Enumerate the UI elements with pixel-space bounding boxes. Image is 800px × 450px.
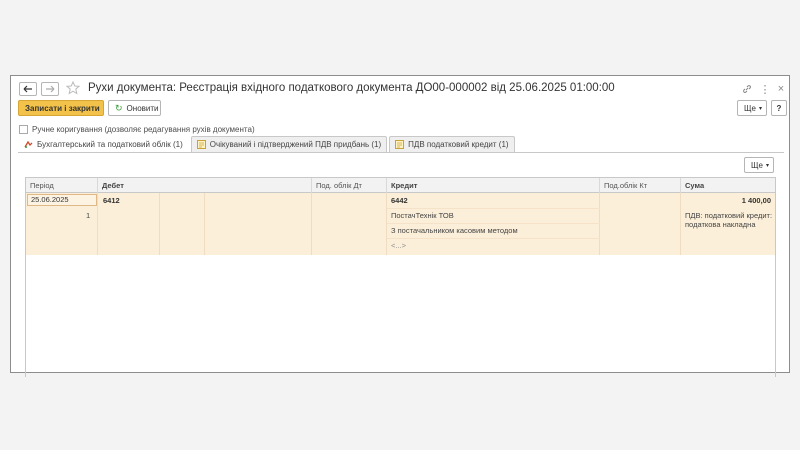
accounting-register-icon xyxy=(24,140,33,148)
tab-accounting-label: Бухгалтерський та податковий облік (1) xyxy=(37,140,183,149)
window-title: Рухи документа: Реєстрація вхідного пода… xyxy=(88,82,615,94)
tab-vat-credit[interactable]: ПДВ податковий кредит (1) xyxy=(389,136,515,152)
debit-account-cell[interactable]: 6412 xyxy=(103,196,120,205)
dropdown-arrow-icon: ▾ xyxy=(765,162,769,169)
document-movements-window: Рухи документа: Реєстрація вхідного пода… xyxy=(10,75,790,377)
arrow-left-icon xyxy=(23,85,32,93)
column-header-period[interactable]: Період xyxy=(26,178,98,193)
table-row[interactable]: 25.06.2025 1 6412 6442 ПостачТехнік ТОВ … xyxy=(26,193,775,255)
manual-edit-checkbox[interactable] xyxy=(19,124,28,134)
save-and-close-label: Записати і закрити xyxy=(25,103,100,113)
manual-edit-label[interactable]: Ручне коригування (дозволяє редагування … xyxy=(32,125,255,134)
table-header: Період Дебет Под. облік Дт Кредит Под.об… xyxy=(26,178,775,193)
credit-account-cell[interactable]: 6442 xyxy=(391,196,408,205)
panel-more-button[interactable]: Ще ▾ xyxy=(744,157,774,173)
dropdown-arrow-icon: ▾ xyxy=(758,105,762,112)
period-cell[interactable]: 25.06.2025 xyxy=(27,194,97,206)
amount-note-cell: ПДВ: податковий кредит: податкова наклад… xyxy=(685,211,773,229)
tab-expected-vat-label: Очікуваний і підтверджений ПДВ придбань … xyxy=(209,140,382,149)
credit-subconto-2-cell[interactable]: З постачальником касовим методом xyxy=(391,226,518,235)
panel-more-label: Ще xyxy=(751,160,763,170)
credit-subconto-3-cell[interactable]: <...> xyxy=(391,241,406,250)
manual-edit-row: Ручне коригування (дозволяє редагування … xyxy=(19,123,255,135)
register-icon xyxy=(395,140,405,149)
help-button[interactable]: ? xyxy=(771,100,787,116)
back-button[interactable] xyxy=(19,82,37,96)
column-header-amount[interactable]: Сума xyxy=(681,178,775,193)
more-button[interactable]: Ще ▾ xyxy=(737,100,767,116)
tab-expected-vat[interactable]: Очікуваний і підтверджений ПДВ придбань … xyxy=(190,136,388,152)
link-icon[interactable] xyxy=(741,82,753,96)
column-header-credit-tax[interactable]: Под.облік Кт xyxy=(600,178,681,193)
tab-accounting[interactable]: Бухгалтерський та податковий облік (1) xyxy=(18,136,189,152)
amount-cell[interactable]: 1 400,00 xyxy=(742,196,771,205)
refresh-label: Оновити xyxy=(126,103,159,113)
refresh-icon: ↻ xyxy=(115,102,123,113)
arrow-right-icon xyxy=(46,85,55,93)
credit-subconto-1-cell[interactable]: ПостачТехнік ТОВ xyxy=(391,211,454,220)
column-header-debit[interactable]: Дебет xyxy=(98,178,312,193)
refresh-button[interactable]: ↻ Оновити xyxy=(108,100,161,116)
tab-bar: Бухгалтерський та податковий облік (1) О… xyxy=(18,136,517,152)
forward-button[interactable] xyxy=(41,82,59,96)
tab-panel: Ще ▾ Період Дебет Под. облік Дт Кредит П… xyxy=(18,152,784,377)
register-icon xyxy=(196,140,206,149)
close-icon[interactable]: × xyxy=(775,82,787,96)
more-vertical-icon[interactable]: ⋮ xyxy=(759,82,771,96)
line-number-cell: 1 xyxy=(86,211,91,220)
help-label: ? xyxy=(776,103,782,113)
column-header-credit[interactable]: Кредит xyxy=(387,178,600,193)
toolbar: Записати і закрити ↻ Оновити Ще ▾ ? xyxy=(11,100,789,120)
tab-vat-credit-label: ПДВ податковий кредит (1) xyxy=(408,140,509,149)
column-header-debit-tax[interactable]: Под. облік Дт xyxy=(312,178,387,193)
movements-table: Період Дебет Под. облік Дт Кредит Под.об… xyxy=(25,177,776,377)
title-bar: Рухи документа: Реєстрація вхідного пода… xyxy=(11,76,789,102)
favorite-star-icon[interactable] xyxy=(66,81,80,95)
save-and-close-button[interactable]: Записати і закрити xyxy=(18,100,104,116)
more-label: Ще xyxy=(744,103,756,113)
